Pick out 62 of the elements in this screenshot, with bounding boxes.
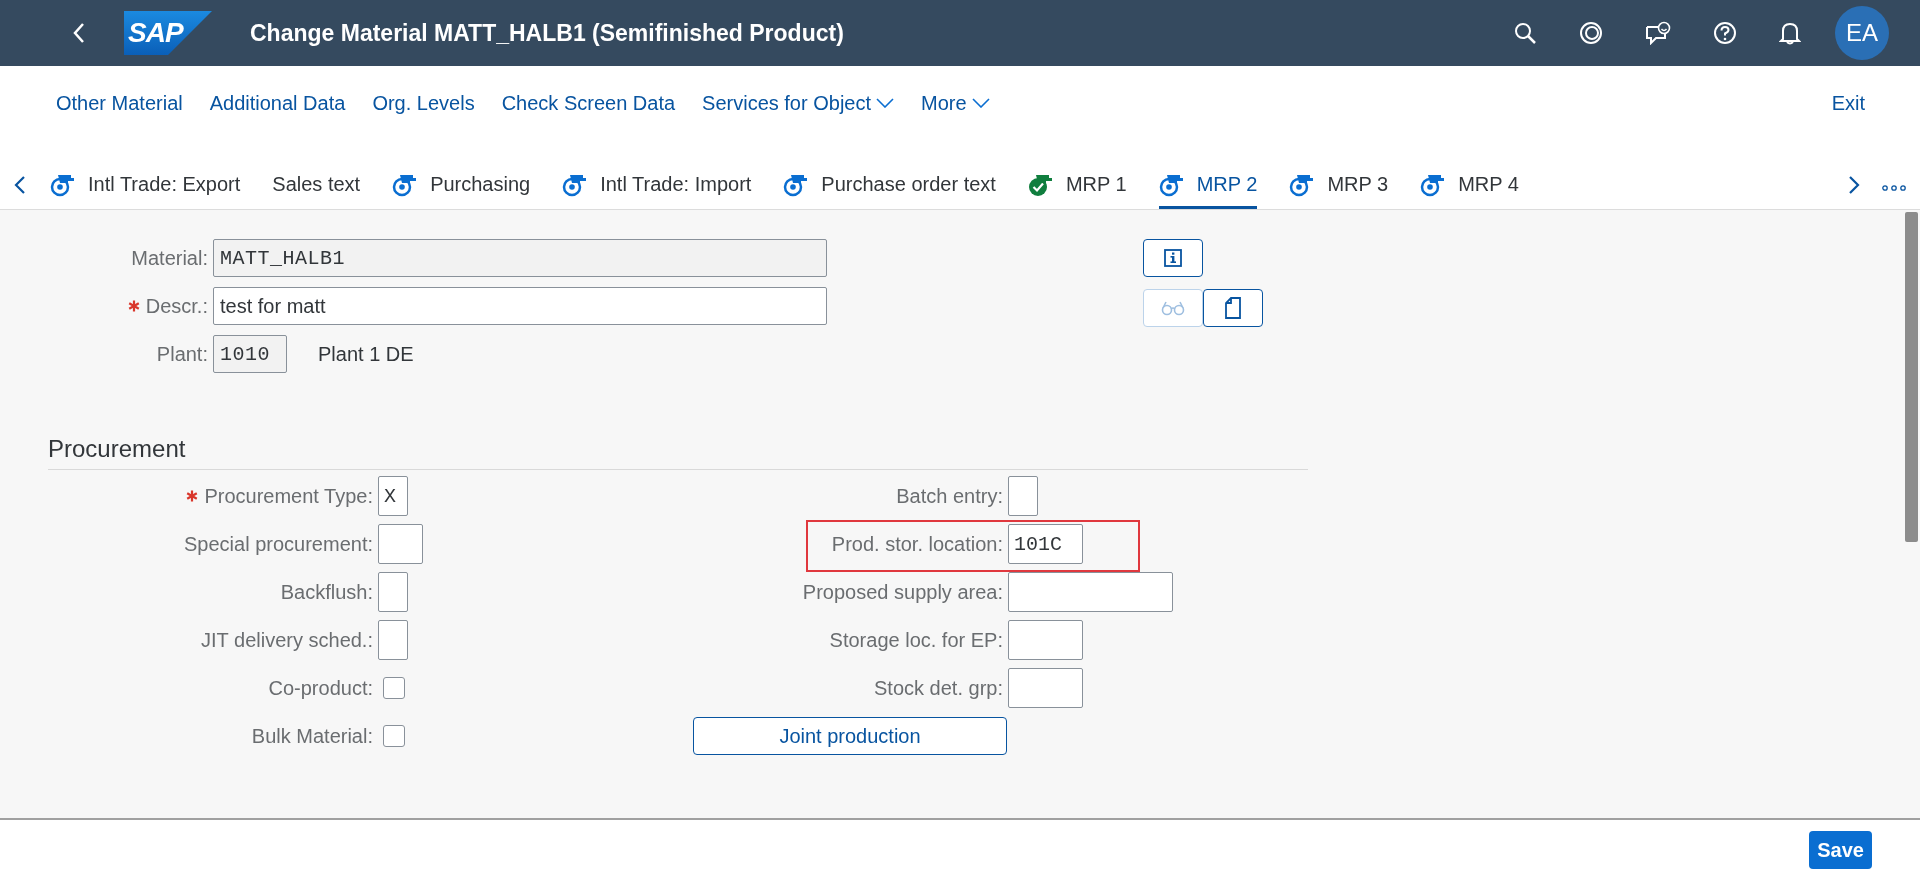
toolbar-link[interactable]: Other Material — [56, 91, 183, 115]
back-icon — [72, 22, 86, 44]
section-title: Procurement — [48, 435, 1308, 470]
input-field[interactable]: test for matt — [213, 287, 827, 325]
field-label: Prod. stor. location: — [830, 532, 1003, 556]
checkbox[interactable] — [383, 677, 405, 699]
toolbar-link[interactable]: Additional Data — [209, 91, 346, 115]
input-field[interactable]: 1010 — [213, 335, 287, 373]
field-label: Storage loc. for EP: — [828, 628, 1003, 652]
save-button[interactable]: Save — [1809, 831, 1872, 869]
info-icon — [1163, 248, 1183, 268]
joint-production-button[interactable]: Joint production — [693, 717, 1007, 755]
field-label: Stock det. grp: — [873, 676, 1003, 700]
field-label: Procurement Type: — [204, 484, 373, 508]
field-label: Co-product: — [268, 676, 373, 700]
tab[interactable]: Purchasing — [392, 163, 531, 209]
input-field[interactable]: MATT_HALB1 — [213, 239, 827, 277]
input-field[interactable] — [1008, 572, 1173, 612]
tab[interactable]: Intl Trade: Export — [50, 163, 241, 209]
input-field[interactable] — [378, 572, 408, 612]
bell-icon[interactable] — [1779, 21, 1801, 45]
input-field[interactable] — [1008, 476, 1038, 516]
input-field[interactable] — [1008, 620, 1083, 660]
tab[interactable]: Sales text — [272, 163, 361, 209]
toolbar-link[interactable]: Check Screen Data — [501, 91, 676, 115]
toolbar-link[interactable]: Org. Levels — [372, 91, 475, 115]
field-label: JIT delivery sched.: — [201, 628, 373, 652]
help-icon[interactable] — [1713, 21, 1737, 45]
tab[interactable]: MRP 4 — [1420, 163, 1519, 209]
field-label: Backflush: — [280, 580, 373, 604]
toolbar-link[interactable]: More — [921, 91, 990, 115]
checkbox[interactable] — [383, 725, 405, 747]
input-field[interactable]: 101C — [1008, 524, 1083, 564]
document-button[interactable] — [1203, 289, 1263, 327]
tab[interactable]: Purchase order text — [783, 163, 996, 209]
field-label: Proposed supply area: — [801, 580, 1003, 604]
field-label: Special procurement: — [184, 532, 373, 556]
field-label: Bulk Material: — [251, 724, 373, 748]
exit-link[interactable]: Exit — [1831, 91, 1865, 115]
tab[interactable]: MRP 3 — [1289, 163, 1389, 209]
toolbar-link[interactable]: Services for Object — [702, 91, 894, 115]
field-label: Material: — [131, 246, 208, 270]
input-field[interactable] — [1008, 668, 1083, 708]
tab[interactable]: Intl Trade: Import — [562, 163, 752, 209]
overflow-icon[interactable] — [1882, 184, 1906, 191]
glasses-icon — [1161, 300, 1185, 316]
input-field[interactable]: X — [378, 476, 408, 516]
input-field[interactable] — [378, 620, 408, 660]
feedback-icon[interactable] — [1645, 21, 1671, 45]
ring-icon[interactable] — [1579, 21, 1603, 45]
field-label: Batch entry: — [895, 484, 1003, 508]
info-button[interactable] — [1143, 239, 1203, 277]
window-title: Change Material MATT_HALB1 (Semifinished Product) — [250, 19, 844, 47]
tab[interactable]: MRP 1 — [1027, 163, 1127, 209]
field-label: Plant: — [156, 342, 208, 366]
logo[interactable]: SAP — [124, 11, 212, 55]
document-icon — [1224, 297, 1242, 319]
input-field[interactable] — [378, 524, 423, 564]
plant-description: Plant 1 DE — [318, 342, 414, 366]
search-icon[interactable] — [1513, 21, 1537, 45]
field-label: Descr.: — [145, 294, 208, 318]
user-avatar[interactable]: EA — [1835, 6, 1889, 60]
